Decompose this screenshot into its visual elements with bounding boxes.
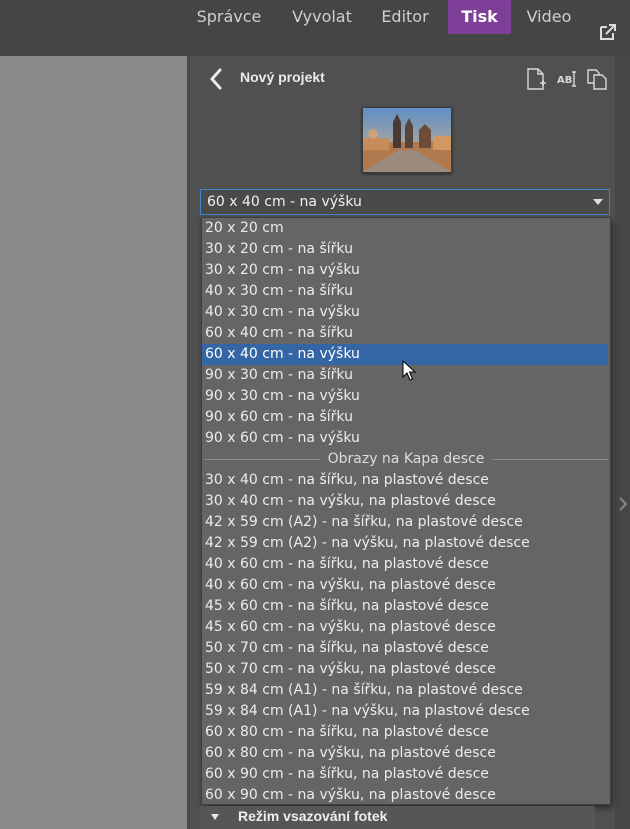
top-bar: Správce Vyvolat Editor Tisk Video <box>0 0 630 56</box>
dropdown-option[interactable]: 30 x 20 cm - na šířku <box>202 239 608 260</box>
dropdown-option[interactable]: 42 x 59 cm (A2) - na šířku, na plastové … <box>202 512 608 533</box>
print-size-value: 60 x 40 cm - na výšku <box>207 194 362 210</box>
dropdown-option[interactable]: 60 x 80 cm - na šířku, na plastové desce <box>202 722 608 743</box>
section-label: Režim vsazování fotek <box>238 808 388 824</box>
project-title: Nový projekt <box>240 69 325 85</box>
dropdown-option[interactable]: 59 x 84 cm (A1) - na výšku, na plastové … <box>202 701 608 722</box>
nav-tab-správce[interactable]: Správce <box>188 0 270 34</box>
dropdown-option[interactable]: 45 x 60 cm - na šířku, na plastové desce <box>202 596 608 617</box>
dropdown-arrow-icon[interactable] <box>593 199 603 205</box>
chevron-right-icon[interactable] <box>619 497 627 511</box>
nav-tab-video[interactable]: Video <box>513 0 585 34</box>
print-size-select[interactable]: 60 x 40 cm - na výšku <box>200 189 610 215</box>
print-size-dropdown: 20 x 20 cm 30 x 20 cm - na šířku 30 x 20 c… <box>201 217 611 805</box>
group-label-text: Obrazy na Kapa desce <box>319 451 493 467</box>
panel-collapse-strip[interactable] <box>615 56 630 829</box>
dropdown-option[interactable]: 90 x 30 cm - na výšku <box>202 386 608 407</box>
dropdown-option[interactable]: 45 x 60 cm - na výšku, na plastové desce <box>202 617 608 638</box>
external-window-icon[interactable] <box>598 22 618 42</box>
nav-tab-editor[interactable]: Editor <box>370 0 440 34</box>
mouse-cursor-icon <box>402 360 416 381</box>
new-page-icon[interactable] <box>525 68 547 90</box>
group-label: Obrazy na Kapa desce <box>202 449 610 470</box>
dropdown-option[interactable]: 30 x 40 cm - na šířku, na plastové desce <box>202 470 608 491</box>
dropdown-option[interactable]: 90 x 60 cm - na šířku <box>202 407 608 428</box>
thumbnail-photo <box>363 108 451 172</box>
nav-tab-tisk[interactable]: Tisk <box>448 0 511 34</box>
dropdown-option[interactable]: 30 x 20 cm - na výšku <box>202 260 608 281</box>
nav-tab-vyvolat[interactable]: Vyvolat <box>280 0 364 34</box>
dropdown-option[interactable]: 40 x 60 cm - na výšku, na plastové desce <box>202 575 608 596</box>
dropdown-option[interactable]: 40 x 60 cm - na šířku, na plastové desce <box>202 554 608 575</box>
dropdown-option[interactable]: 50 x 70 cm - na šířku, na plastové desce <box>202 638 608 659</box>
dropdown-option[interactable]: 50 x 70 cm - na výšku, na plastové desce <box>202 659 608 680</box>
dropdown-option[interactable]: 59 x 84 cm (A1) - na šířku, na plastové … <box>202 680 608 701</box>
collapse-arrow-icon[interactable] <box>211 814 219 820</box>
dropdown-option[interactable]: 60 x 90 cm - na šířku, na plastové desce <box>202 764 608 785</box>
duplicate-icon[interactable] <box>586 68 608 90</box>
svg-text:AB: AB <box>557 75 572 86</box>
dropdown-option[interactable]: 60 x 90 cm - na výšku, na plastové desce <box>202 785 608 806</box>
back-chevron-icon[interactable] <box>208 68 224 90</box>
text-edit-icon[interactable]: AB <box>556 68 578 90</box>
dropdown-option[interactable]: 40 x 30 cm - na šířku <box>202 281 608 302</box>
dropdown-option[interactable]: 42 x 59 cm (A2) - na výšku, na plastové … <box>202 533 608 554</box>
dropdown-option[interactable]: 20 x 20 cm <box>202 218 608 239</box>
dropdown-option[interactable]: 40 x 30 cm - na výšku <box>202 302 608 323</box>
dropdown-option[interactable]: 60 x 80 cm - na výšku, na plastové desce <box>202 743 608 764</box>
dropdown-option[interactable]: 60 x 40 cm - na šířku <box>202 323 608 344</box>
workspace-canvas <box>0 56 187 829</box>
dropdown-option[interactable]: 30 x 40 cm - na výšku, na plastové desce <box>202 491 608 512</box>
photo-placement-section[interactable]: Režim vsazování fotek <box>200 806 595 829</box>
project-thumbnail[interactable] <box>362 107 452 173</box>
dropdown-option[interactable]: 90 x 60 cm - na výšku <box>202 428 608 449</box>
dropdown-group-header: Obrazy na Kapa desce <box>202 449 610 470</box>
